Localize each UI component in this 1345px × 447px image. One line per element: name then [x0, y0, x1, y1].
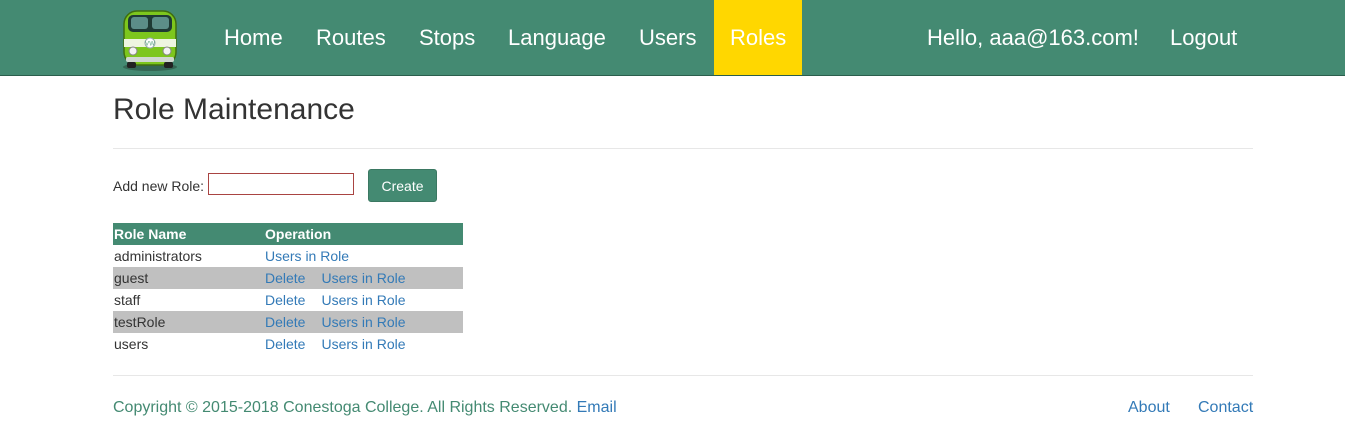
svg-text:VW: VW: [145, 41, 155, 48]
delete-link[interactable]: Delete: [265, 314, 305, 330]
top-navbar: VW Home Routes Stops Language Users Role…: [0, 0, 1345, 76]
footer-divider: [113, 375, 1253, 376]
title-divider: [113, 148, 1253, 149]
contact-link[interactable]: Contact: [1198, 399, 1253, 417]
delete-link[interactable]: Delete: [265, 292, 305, 308]
nav-users[interactable]: Users: [639, 0, 696, 75]
users-in-role-link[interactable]: Users in Role: [321, 336, 405, 352]
table-row: users Delete Users in Role: [113, 333, 463, 355]
role-name: testRole: [113, 311, 264, 333]
header-operation: Operation: [264, 223, 463, 245]
users-in-role-link[interactable]: Users in Role: [321, 292, 405, 308]
table-row: guest Delete Users in Role: [113, 267, 463, 289]
table-row: staff Delete Users in Role: [113, 289, 463, 311]
user-greeting-link[interactable]: Hello, aaa@163.com!: [927, 0, 1139, 75]
copyright-text: Copyright © 2015-2018 Conestoga College.…: [113, 399, 573, 416]
nav-home[interactable]: Home: [224, 0, 283, 75]
header-role-name: Role Name: [113, 223, 264, 245]
nav-stops[interactable]: Stops: [419, 0, 475, 75]
operation-cell: Users in Role: [264, 245, 463, 267]
table-row: administrators Users in Role: [113, 245, 463, 267]
page-title: Role Maintenance: [113, 93, 355, 126]
operation-cell: Delete Users in Role: [264, 289, 463, 311]
table-header-row: Role Name Operation: [113, 223, 463, 245]
add-role-label: Add new Role:: [113, 178, 205, 194]
users-in-role-link[interactable]: Users in Role: [265, 248, 349, 264]
add-role-input[interactable]: [208, 173, 354, 195]
users-in-role-link[interactable]: Users in Role: [321, 314, 405, 330]
role-name: staff: [114, 292, 141, 308]
logout-link[interactable]: Logout: [1170, 0, 1237, 75]
footer-copyright: Copyright © 2015-2018 Conestoga College.…: [113, 399, 617, 417]
delete-link[interactable]: Delete: [265, 270, 305, 286]
users-in-role-link[interactable]: Users in Role: [321, 270, 405, 286]
role-name: administrators: [114, 248, 202, 264]
operation-cell: Delete Users in Role: [264, 267, 463, 289]
roles-table: Role Name Operation administrators Users…: [113, 223, 463, 355]
email-link[interactable]: Email: [577, 399, 617, 416]
about-link[interactable]: About: [1128, 399, 1170, 417]
table-row: testRole Delete Users in Role: [113, 311, 463, 333]
van-logo-icon[interactable]: VW: [115, 3, 185, 73]
operation-cell: Delete Users in Role: [264, 333, 463, 355]
delete-link[interactable]: Delete: [265, 336, 305, 352]
nav-roles[interactable]: Roles: [714, 0, 803, 75]
nav-language[interactable]: Language: [508, 0, 606, 75]
create-button[interactable]: Create: [368, 169, 437, 202]
nav-routes[interactable]: Routes: [316, 0, 386, 75]
role-name: guest: [113, 267, 264, 289]
operation-cell: Delete Users in Role: [264, 311, 463, 333]
role-name: users: [114, 336, 149, 352]
